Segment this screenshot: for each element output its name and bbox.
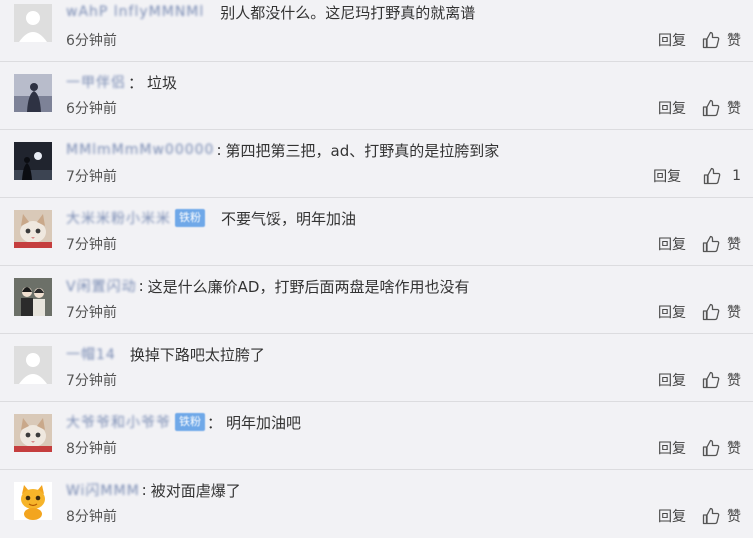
timestamp: 6分钟前 xyxy=(66,101,117,117)
comment-header: wAhP lnflyMMNMl 别人都没什么。这尼玛打野真的就离谱 xyxy=(66,0,475,24)
thumbs-up-icon xyxy=(703,167,721,185)
timestamp: 7分钟前 xyxy=(66,373,117,389)
like-label: 赞 xyxy=(727,509,741,525)
comment-item: MMlmMmMw00000 : 第四把第三把，ad、打野真的是拉胯到家 7分钟前… xyxy=(0,130,753,198)
separator: : xyxy=(138,277,144,295)
like-button[interactable]: 赞 xyxy=(702,302,741,322)
comment-item: V闲置闪动 : 这是什么廉价AD，打野后面两盘是啥作用也没有 7分钟前 回复 赞 xyxy=(0,266,753,334)
reply-button[interactable]: 回复 xyxy=(658,438,686,458)
comment-text: 垃圾 xyxy=(147,73,178,92)
comment-header: 大米米粉小米米 铁粉 不要气馁，明年加油 xyxy=(66,206,356,230)
timestamp: 6分钟前 xyxy=(66,33,117,49)
like-label: 赞 xyxy=(727,101,741,117)
like-button[interactable]: 赞 xyxy=(702,234,741,254)
reply-button[interactable]: 回复 xyxy=(658,302,686,322)
comment-text: 被对面虐爆了 xyxy=(150,481,241,500)
night-avatar[interactable] xyxy=(14,142,52,180)
reply-button[interactable]: 回复 xyxy=(653,166,681,186)
reply-button[interactable]: 回复 xyxy=(658,506,686,526)
comment-header: 一甲伴侣 ： 垃圾 xyxy=(66,70,177,94)
comment-item: Wi闪MMM : 被对面虐爆了 8分钟前 回复 赞 xyxy=(0,470,753,538)
like-button[interactable]: 1 xyxy=(703,167,741,185)
like-label: 赞 xyxy=(727,33,741,49)
comment-header: V闲置闪动 : 这是什么廉价AD，打野后面两盘是啥作用也没有 xyxy=(66,274,469,298)
thumbs-up-icon xyxy=(702,303,720,321)
fan-badge: 铁粉 xyxy=(175,209,205,227)
like-button[interactable]: 赞 xyxy=(702,438,741,458)
comment-text: 不要气馁，明年加油 xyxy=(221,209,357,228)
comment-text: 明年加油吧 xyxy=(226,413,302,432)
timestamp: 7分钟前 xyxy=(66,169,117,185)
couple-avatar[interactable] xyxy=(14,278,52,316)
thumbs-up-icon xyxy=(702,31,720,49)
comment-actions: 回复 赞 xyxy=(658,370,741,390)
cartoon-cat-avatar[interactable] xyxy=(14,482,52,520)
comment-actions: 回复 赞 xyxy=(658,98,741,118)
comment-item: 大爷爷和小爷爷 铁粉 ： 明年加油吧 8分钟前 回复 赞 xyxy=(0,402,753,470)
username[interactable]: 一甲伴侣 xyxy=(66,72,126,92)
comment-item: wAhP lnflyMMNMl 别人都没什么。这尼玛打野真的就离谱 6分钟前 回… xyxy=(0,0,753,62)
thumbs-up-icon xyxy=(702,439,720,457)
username[interactable]: 大米米粉小米米 xyxy=(66,208,171,228)
reply-button[interactable]: 回复 xyxy=(658,234,686,254)
comment-text: 这是什么廉价AD，打野后面两盘是啥作用也没有 xyxy=(147,277,470,296)
thumbs-up-icon xyxy=(702,99,720,117)
username[interactable]: MMlmMmMw00000 xyxy=(66,142,214,158)
like-label: 赞 xyxy=(727,237,741,253)
username[interactable]: 一帽14 xyxy=(66,344,116,364)
default-avatar[interactable] xyxy=(14,4,52,42)
username[interactable]: V闲置闪动 xyxy=(66,276,137,296)
username[interactable]: Wi闪MMM xyxy=(66,480,140,500)
like-label: 赞 xyxy=(727,305,741,321)
comment-text: 第四把第三把，ad、打野真的是拉胯到家 xyxy=(225,141,500,160)
reply-button[interactable]: 回复 xyxy=(658,98,686,118)
comment-list: wAhP lnflyMMNMl 别人都没什么。这尼玛打野真的就离谱 6分钟前 回… xyxy=(0,0,753,535)
comment-actions: 回复 赞 xyxy=(658,234,741,254)
timestamp: 7分钟前 xyxy=(66,237,117,253)
like-label: 赞 xyxy=(727,441,741,457)
comment-actions: 回复 赞 xyxy=(658,30,741,50)
reply-button[interactable]: 回复 xyxy=(658,370,686,390)
comment-text: 别人都没什么。这尼玛打野真的就离谱 xyxy=(220,3,476,22)
comment-header: 大爷爷和小爷爷 铁粉 ： 明年加油吧 xyxy=(66,410,301,434)
like-button[interactable]: 赞 xyxy=(702,98,741,118)
comment-header: 一帽14 换掉下路吧太拉胯了 xyxy=(66,342,265,366)
comment-text: 换掉下路吧太拉胯了 xyxy=(129,345,265,364)
like-button[interactable]: 赞 xyxy=(702,30,741,50)
comment-item: 一甲伴侣 ： 垃圾 6分钟前 回复 赞 xyxy=(0,62,753,130)
comment-header: MMlmMmMw00000 : 第四把第三把，ad、打野真的是拉胯到家 xyxy=(66,138,499,162)
default-avatar[interactable] xyxy=(14,346,52,384)
silhouette-avatar[interactable] xyxy=(14,74,52,112)
thumbs-up-icon xyxy=(702,507,720,525)
separator: ： xyxy=(207,413,223,432)
like-button[interactable]: 赞 xyxy=(702,370,741,390)
comment-item: 一帽14 换掉下路吧太拉胯了 7分钟前 回复 赞 xyxy=(0,334,753,402)
timestamp: 7分钟前 xyxy=(66,305,117,321)
fan-badge: 铁粉 xyxy=(175,413,205,431)
like-button[interactable]: 赞 xyxy=(702,506,741,526)
cat-avatar[interactable] xyxy=(14,414,52,452)
username[interactable]: wAhP lnflyMMNMl xyxy=(66,4,204,20)
cat-avatar[interactable] xyxy=(14,210,52,248)
separator: ： xyxy=(128,73,144,92)
comment-actions: 回复 赞 xyxy=(658,302,741,322)
timestamp: 8分钟前 xyxy=(66,441,117,457)
like-label: 赞 xyxy=(727,373,741,389)
comment-item: 大米米粉小米米 铁粉 不要气馁，明年加油 7分钟前 回复 赞 xyxy=(0,198,753,266)
comment-actions: 回复 1 xyxy=(653,166,741,186)
thumbs-up-icon xyxy=(702,235,720,253)
like-count: 1 xyxy=(732,168,741,184)
comment-actions: 回复 赞 xyxy=(658,506,741,526)
reply-button[interactable]: 回复 xyxy=(658,30,686,50)
comment-actions: 回复 赞 xyxy=(658,438,741,458)
username[interactable]: 大爷爷和小爷爷 xyxy=(66,412,171,432)
separator: : xyxy=(141,481,147,499)
comment-header: Wi闪MMM : 被对面虐爆了 xyxy=(66,478,241,502)
separator: : xyxy=(216,141,222,159)
timestamp: 8分钟前 xyxy=(66,509,117,525)
thumbs-up-icon xyxy=(702,371,720,389)
